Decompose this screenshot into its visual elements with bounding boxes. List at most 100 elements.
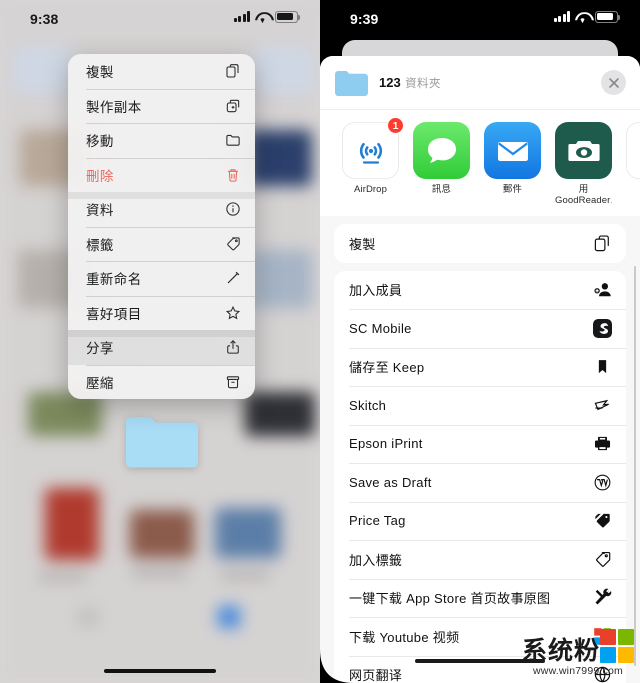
context-menu-item-duplicate[interactable]: 製作副本 [68, 88, 255, 124]
share-app-partial[interactable] [626, 122, 640, 184]
messages-icon[interactable] [413, 122, 470, 179]
share-action-label: Save as Draft [349, 474, 432, 490]
share-sheet-header: 123 資料夾 [320, 56, 640, 109]
mail-icon[interactable] [484, 122, 541, 179]
share-action-label: 儲存至 Keep [349, 360, 425, 376]
share-app-goodreader[interactable]: 用 GoodReader… [555, 122, 612, 206]
microsoft-squares-icon [600, 629, 634, 663]
pencil-icon [224, 269, 242, 287]
share-app-airdrop[interactable]: 1 AirDrop [342, 117, 404, 195]
tag-icon [224, 235, 242, 253]
share-app-row[interactable]: 1 AirDrop 訊息 郵件 用 GoodReader [320, 109, 640, 216]
share-action-price-tag[interactable]: Price Tag [334, 501, 626, 541]
share-action-label: 加入標籤 [349, 552, 403, 568]
info-icon [224, 200, 242, 218]
share-item-title: 123 [379, 74, 401, 90]
status-bar-left: 9:38 [0, 0, 320, 38]
sheet-scrollbar[interactable] [633, 266, 636, 666]
price-tag-filled-icon [591, 510, 613, 532]
share-action-group-1: 複製 [334, 224, 626, 263]
airdrop-icon[interactable]: 1 [342, 117, 404, 179]
epson-printer-icon [591, 433, 613, 455]
battery-icon [275, 11, 301, 23]
share-app-label: 訊息 [431, 184, 452, 195]
bookmark-icon [591, 356, 613, 378]
goodreader-icon[interactable] [555, 122, 612, 179]
share-action-epson-iprint[interactable]: Epson iPrint [334, 424, 626, 464]
context-menu-item-label: 重新命名 [86, 272, 142, 288]
context-menu-item-label: 複製 [86, 65, 114, 81]
share-actions: 複製 加入成員 SC Mobile 儲存至 Keep Skitch Epson … [320, 216, 640, 683]
context-menu-item-favorite[interactable]: 喜好項目 [68, 295, 255, 331]
share-app-label: 用 GoodReader… [555, 184, 612, 206]
context-menu-item-label: 喜好項目 [86, 306, 142, 322]
status-time: 9:39 [350, 11, 379, 27]
context-menu-item-info[interactable]: 資料 [68, 192, 255, 227]
share-app-label: AirDrop [354, 184, 387, 195]
context-menu-item-compress[interactable]: 壓縮 [68, 364, 255, 400]
share-icon [224, 338, 242, 356]
share-action-skitch[interactable]: Skitch [334, 386, 626, 425]
context-menu-item-label: 壓縮 [86, 375, 114, 391]
share-action-group-2: 加入成員 SC Mobile 儲存至 Keep Skitch Epson iPr… [334, 270, 626, 683]
share-app-mail[interactable]: 郵件 [484, 122, 541, 195]
context-menu-item-move[interactable]: 移動 [68, 123, 255, 158]
share-action-add-people[interactable]: 加入成員 [334, 271, 626, 310]
dual-screenshot: 9:38 複製 製作副本 移動 刪除 資料 標籤 重新命名 喜好項目 分享 壓縮… [0, 0, 640, 683]
share-app-messages[interactable]: 訊息 [413, 122, 470, 195]
share-action-download-appstore-story[interactable]: 一键下载 App Store 首页故事原图 [334, 578, 626, 618]
right-phone-screen: 9:39 123 資料夾 1 AirDrop 訊息 郵件 用 GoodReade… [320, 0, 640, 683]
star-icon [224, 304, 242, 322]
share-item-subtitle: 資料夾 [405, 77, 441, 90]
cellular-bars-icon [233, 11, 250, 23]
context-menu-item-tags[interactable]: 標籤 [68, 226, 255, 262]
partial-app-icon[interactable] [626, 122, 640, 179]
airdrop-badge: 1 [387, 117, 404, 134]
share-sheet: 123 資料夾 1 AirDrop 訊息 郵件 用 GoodReader 複製 … [320, 56, 640, 683]
watermark-brand: 系统粉 [521, 637, 600, 665]
context-menu-item-label: 標籤 [86, 237, 114, 253]
context-menu-item-rename[interactable]: 重新命名 [68, 261, 255, 296]
cellular-bars-icon [553, 11, 570, 23]
watermark-top: 系统粉 [522, 629, 634, 664]
context-menu[interactable]: 複製 製作副本 移動 刪除 資料 標籤 重新命名 喜好項目 分享 壓縮 [68, 54, 255, 399]
folder-icon [334, 70, 368, 96]
status-time: 9:38 [30, 11, 59, 27]
close-icon[interactable] [601, 70, 626, 95]
share-action-label: 一键下载 App Store 首页故事原图 [349, 591, 551, 607]
share-action-label: Epson iPrint [349, 436, 423, 452]
share-action-label: Skitch [349, 397, 387, 413]
context-menu-item-copy[interactable]: 複製 [68, 54, 255, 89]
compress-icon [224, 373, 242, 391]
tag-outline-icon [591, 548, 613, 570]
context-menu-item-share[interactable]: 分享 [68, 330, 255, 365]
share-action-save-as-draft[interactable]: Save as Draft [334, 463, 626, 502]
share-action-label: SC Mobile [349, 320, 412, 336]
copy-icon [591, 232, 613, 254]
share-action-label: 加入成員 [349, 283, 403, 299]
battery-icon [595, 11, 621, 23]
share-action-save-to-keep[interactable]: 儲存至 Keep [334, 347, 626, 387]
watermark: 系统粉 www.win7999.com [522, 629, 634, 677]
wordpress-icon [591, 471, 613, 493]
selected-folder-icon[interactable] [124, 412, 200, 470]
share-action-label: Price Tag [349, 513, 406, 529]
context-menu-item-label: 刪除 [86, 168, 114, 184]
tools-icon [591, 587, 613, 609]
trash-icon [224, 166, 242, 184]
context-menu-item-delete[interactable]: 刪除 [68, 157, 255, 193]
share-action-add-tag[interactable]: 加入標籤 [334, 540, 626, 579]
context-menu-item-label: 資料 [86, 203, 114, 219]
status-icons [553, 11, 621, 23]
share-action-label: 複製 [349, 236, 376, 252]
share-app-label: 郵件 [502, 184, 523, 195]
wifi-icon [255, 11, 270, 22]
share-action-sc-mobile[interactable]: SC Mobile [334, 309, 626, 348]
share-item-meta: 123 資料夾 [379, 74, 601, 92]
copy-icon [224, 62, 242, 80]
share-action-copy[interactable]: 複製 [334, 224, 626, 263]
sc-mobile-app-icon [591, 317, 613, 339]
context-menu-item-label: 移動 [86, 134, 114, 150]
skitch-arrow-icon [591, 394, 613, 416]
home-indicator [104, 668, 216, 673]
